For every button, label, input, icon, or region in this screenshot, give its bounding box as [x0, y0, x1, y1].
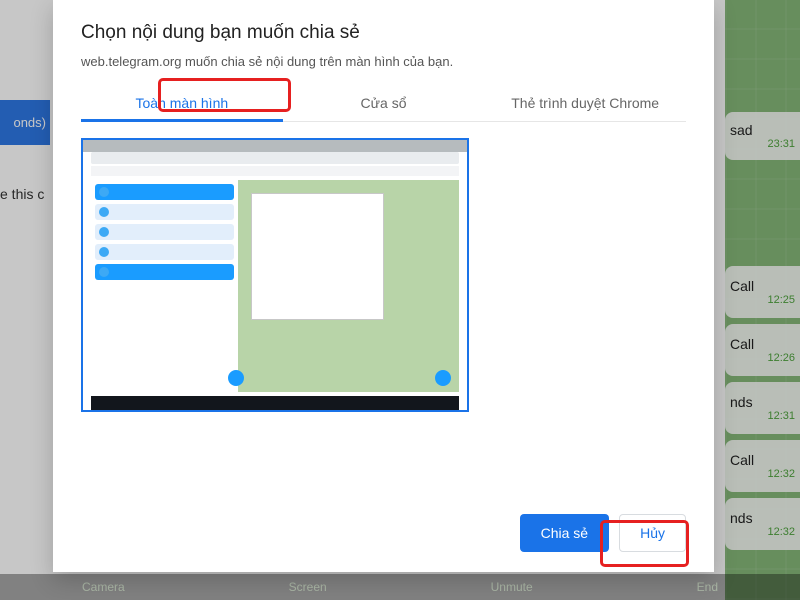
- dialog-footer: Chia sẻ Hủy: [81, 502, 686, 552]
- mini-row: [95, 204, 234, 220]
- share-button[interactable]: Chia sẻ: [520, 514, 609, 552]
- dialog-title: Chọn nội dung bạn muốn chia sẻ: [81, 22, 686, 44]
- mini-browser-tabbar: [91, 152, 459, 164]
- screen-share-dialog: Chọn nội dung bạn muốn chia sẻ web.teleg…: [53, 0, 714, 572]
- tab-fullscreen[interactable]: Toàn màn hình: [81, 85, 283, 121]
- mini-row: [95, 224, 234, 240]
- tab-chrome[interactable]: Thẻ trình duyệt Chrome: [484, 85, 686, 121]
- screen-preview-thumb[interactable]: [81, 138, 469, 412]
- mini-row: [95, 184, 234, 200]
- mini-row: [95, 244, 234, 260]
- mini-nested-window: [251, 193, 383, 320]
- mini-main: [238, 180, 459, 392]
- preview-area: [81, 122, 686, 502]
- mini-fab-icon: [228, 370, 244, 386]
- mini-row: [95, 264, 234, 280]
- tab-chrome-label: Thẻ trình duyệt Chrome: [511, 95, 659, 111]
- mini-fab-icon: [435, 370, 451, 386]
- mini-browser-urlbar: [91, 166, 459, 176]
- cancel-button-label: Hủy: [640, 525, 665, 541]
- tab-window-label: Cửa sổ: [361, 95, 407, 111]
- share-button-label: Chia sẻ: [541, 525, 588, 541]
- cancel-button[interactable]: Hủy: [619, 514, 686, 552]
- dialog-subtitle: web.telegram.org muốn chia sẻ nội dung t…: [81, 54, 686, 69]
- mini-taskbar: [91, 396, 459, 410]
- mini-body: [91, 180, 459, 392]
- mini-sidebar: [91, 180, 238, 392]
- tab-window[interactable]: Cửa sổ: [283, 85, 485, 121]
- tab-fullscreen-label: Toàn màn hình: [136, 95, 229, 111]
- share-tabs: Toàn màn hình Cửa sổ Thẻ trình duyệt Chr…: [81, 85, 686, 122]
